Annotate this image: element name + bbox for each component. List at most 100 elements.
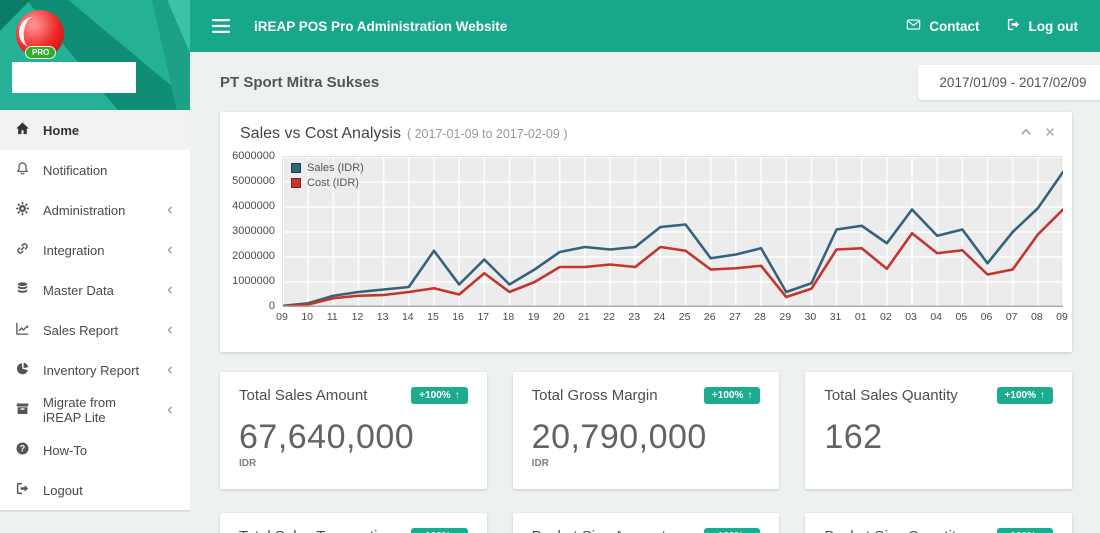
trend-badge: +100%↑ — [996, 528, 1054, 533]
chart-legend: Sales (IDR) Cost (IDR) — [291, 162, 364, 192]
ireap-pro-logo: PRO — [16, 10, 64, 59]
logout-link[interactable]: Log out — [1006, 17, 1078, 35]
sidebar-item-label: How-To — [43, 442, 88, 458]
sidebar-item-sales-report[interactable]: Sales Report — [0, 310, 190, 350]
card-title: Basket Size Amount — [532, 528, 666, 533]
x-axis-label: 09 — [1056, 311, 1068, 323]
content-area: PT Sport Mitra Sukses Sales vs Cost Anal… — [190, 52, 1100, 533]
sidebar-item-master-data[interactable]: Master Data — [0, 270, 190, 310]
card-title: Total Sales Transaction — [239, 528, 394, 533]
x-axis-label: 27 — [729, 311, 741, 323]
legend-item: Sales (IDR) — [291, 162, 364, 174]
panel-header: Sales vs Cost Analysis ( 2017-01-09 to 2… — [220, 125, 1072, 143]
sidebar-item-label: Logout — [43, 482, 83, 498]
collapse-chevron-up-icon[interactable] — [1020, 125, 1032, 143]
card-unit: IDR — [239, 458, 257, 469]
trend-badge: +100%↑ — [411, 387, 468, 404]
bell-icon — [15, 161, 30, 179]
x-axis-label: 13 — [376, 311, 389, 323]
arrow-up-icon: ↑ — [1040, 390, 1046, 401]
sidebar-item-label: Notification — [43, 162, 108, 178]
svg-text:?: ? — [20, 444, 25, 454]
legend-label: Cost (IDR) — [307, 177, 359, 189]
x-axis-label: 02 — [880, 311, 892, 323]
x-axis-label: 04 — [930, 311, 943, 323]
sidebar-item-migrate[interactable]: Migrate from iREAP Lite — [0, 390, 190, 430]
card-basket-size-quantity: Basket Size Quantity +100%↑ — [805, 513, 1073, 533]
main-column: iREAP POS Pro Administration Website Con… — [190, 0, 1100, 533]
card-title: Basket Size Quantity — [824, 528, 963, 533]
top-actions: Contact Log out — [906, 17, 1078, 35]
sidebar-item-home[interactable]: Home — [0, 110, 190, 150]
x-axis-label: 03 — [905, 311, 917, 323]
trend-badge: +100%↑ — [996, 387, 1054, 404]
card-title: Total Sales Amount — [239, 387, 368, 404]
card-unit: IDR — [531, 458, 549, 469]
chevron-left-icon — [165, 245, 175, 255]
x-axis-label: 15 — [427, 311, 439, 323]
chevron-left-icon — [165, 205, 175, 215]
sidebar-item-label: Integration — [43, 242, 105, 258]
card-value: 162 — [824, 418, 883, 456]
sidebar-item-label: Sales Report — [43, 322, 119, 338]
y-axis-label: 2000000 — [232, 250, 275, 262]
card-title: Total Gross Margin — [531, 387, 658, 404]
sidebar-nav: Home Notification Administration Integra… — [0, 110, 190, 511]
stat-cards-row-1: Total Sales Amount +100% ↑ 67,640,000 IDR… — [220, 372, 1073, 489]
trend-badge: +100%↑ — [703, 387, 761, 404]
legend-label: Sales (IDR) — [307, 162, 364, 174]
sidebar-item-logout[interactable]: Logout — [0, 470, 190, 510]
x-axis-label: 19 — [527, 311, 540, 323]
close-icon[interactable] — [1044, 125, 1056, 143]
legend-item: Cost (IDR) — [291, 177, 364, 189]
x-axis-label: 14 — [401, 311, 414, 323]
logout-label: Log out — [1028, 18, 1078, 34]
sidebar-item-inventory-report[interactable]: Inventory Report — [0, 350, 190, 390]
contact-link[interactable]: Contact — [906, 17, 980, 35]
arrow-up-icon: ↑ — [454, 390, 460, 401]
pro-badge: PRO — [25, 46, 57, 59]
card-total-sales-transaction: Total Sales Transaction +100%↑ — [220, 513, 487, 533]
x-axis-label: 07 — [1005, 311, 1018, 323]
chart-svg — [281, 156, 1065, 308]
sidebar-item-integration[interactable]: Integration — [0, 230, 190, 270]
trend-badge: +100%↑ — [411, 528, 468, 533]
arrow-up-icon: ↑ — [747, 390, 753, 401]
legend-swatch-icon — [291, 178, 301, 188]
sidebar-item-administration[interactable]: Administration — [0, 190, 190, 230]
envelope-icon — [906, 17, 921, 35]
date-range-input[interactable] — [918, 65, 1100, 100]
y-axis-label: 1000000 — [232, 275, 275, 287]
sidebar-item-notification[interactable]: Notification — [0, 150, 190, 190]
database-icon — [15, 281, 30, 299]
y-axis-label: 4000000 — [232, 200, 275, 212]
sidebar-item-how-to[interactable]: ? How-To — [0, 430, 190, 470]
sidebar-item-label: Administration — [43, 202, 126, 218]
store-name-placeholder — [12, 62, 136, 93]
card-value: 67,640,000 — [239, 418, 415, 456]
card-total-sales-quantity: Total Sales Quantity +100% ↑ 162 — [805, 372, 1073, 489]
y-axis-label: 0 — [268, 300, 275, 312]
x-axis-label: 28 — [754, 311, 766, 323]
panel-title: Sales vs Cost Analysis — [240, 125, 401, 142]
question-circle-icon: ? — [15, 441, 30, 459]
x-axis-label: 24 — [653, 311, 666, 323]
card-title: Total Sales Quantity — [824, 387, 958, 404]
pie-chart-icon — [15, 361, 30, 379]
chart-area: Sales (IDR) Cost (IDR) 6000000 5000000 4000… — [220, 150, 1072, 334]
legend-swatch-icon — [291, 163, 301, 173]
chevron-left-icon — [165, 285, 175, 295]
gear-icon — [15, 201, 30, 219]
contact-label: Contact — [929, 18, 980, 34]
x-axis-label: 31 — [829, 311, 842, 323]
panel-tools — [1020, 125, 1056, 143]
home-icon — [15, 121, 30, 139]
card-total-sales-amount: Total Sales Amount +100% ↑ 67,640,000 IDR — [220, 372, 487, 489]
y-axis-label: 6000000 — [232, 150, 275, 162]
x-axis-label: 22 — [603, 311, 615, 323]
hamburger-menu-icon[interactable] — [212, 19, 230, 33]
x-axis-label: 11 — [326, 311, 338, 323]
x-axis-label: 05 — [955, 311, 968, 323]
x-axis-label: 18 — [502, 311, 515, 323]
x-axis-label: 29 — [779, 311, 792, 323]
